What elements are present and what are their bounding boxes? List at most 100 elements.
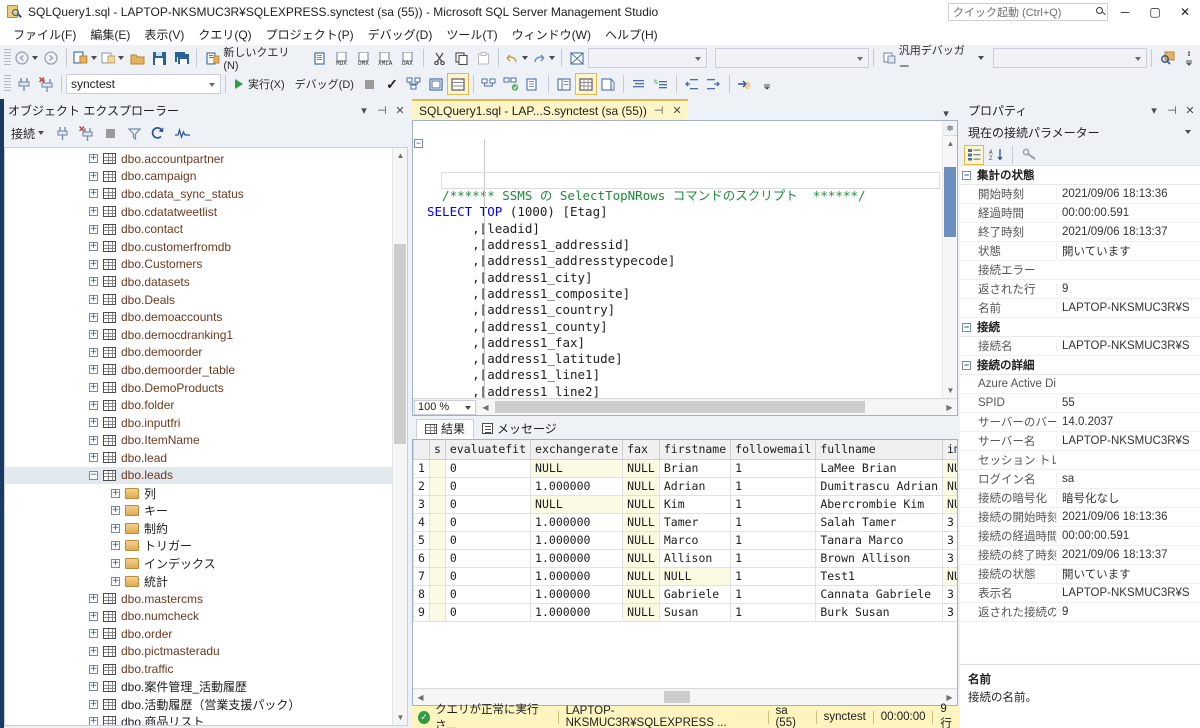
row-number-cell[interactable]: 5 bbox=[414, 531, 430, 549]
table-cell[interactable]: NULL bbox=[943, 459, 958, 477]
property-value[interactable]: 14.0.2037 bbox=[1056, 416, 1200, 428]
navigate-back-button[interactable] bbox=[13, 47, 40, 69]
table-cell[interactable]: 0 bbox=[445, 531, 530, 549]
tree-node[interactable]: +dbo.order bbox=[5, 625, 407, 643]
generic-debugger-button[interactable]: 汎用デバッガー bbox=[878, 47, 989, 69]
property-row[interactable]: 表示名LAPTOP-NKSMUC3R¥S bbox=[960, 584, 1200, 603]
include-live-stats-button[interactable] bbox=[500, 73, 522, 95]
table-cell[interactable]: 1 bbox=[731, 549, 816, 567]
row-number-cell[interactable]: 9 bbox=[414, 603, 430, 621]
toolbar-grip-icon[interactable] bbox=[4, 75, 11, 93]
tree-node[interactable]: +dbo.democdranking1 bbox=[5, 326, 407, 344]
table-cell[interactable]: Abercrombie Kim bbox=[816, 495, 943, 513]
property-value[interactable]: 2021/09/06 18:13:36 bbox=[1056, 188, 1200, 200]
row-number-cell[interactable]: 2 bbox=[414, 477, 430, 495]
row-number-cell[interactable]: 3 bbox=[414, 495, 430, 513]
table-cell[interactable]: 1 bbox=[731, 585, 816, 603]
disconnect-button[interactable] bbox=[35, 73, 57, 95]
property-row[interactable]: 接続の経過時間00:00:00.591 bbox=[960, 527, 1200, 546]
expand-icon[interactable]: + bbox=[89, 365, 98, 374]
expand-icon[interactable]: + bbox=[111, 577, 120, 586]
table-cell[interactable]: 0 bbox=[445, 567, 530, 585]
menu-edit[interactable]: 編集(E) bbox=[83, 24, 137, 45]
table-cell[interactable]: NULL bbox=[623, 567, 660, 585]
scrollbar-thumb[interactable] bbox=[394, 244, 406, 444]
results-to-text-button[interactable] bbox=[553, 73, 575, 95]
tab-results-grid[interactable]: 結果 bbox=[416, 419, 474, 439]
expand-icon[interactable]: + bbox=[111, 524, 120, 533]
find-in-files-button[interactable] bbox=[1156, 47, 1178, 69]
table-cell[interactable]: 1.000000 bbox=[531, 477, 623, 495]
editor-zoom-selector[interactable]: 100 % bbox=[414, 400, 476, 415]
panel-menu-icon[interactable]: ▾ bbox=[1146, 102, 1162, 118]
property-row[interactable]: 接続の終了時刻2021/09/06 18:13:37 bbox=[960, 546, 1200, 565]
toolbar2-overflow-button[interactable] bbox=[756, 73, 778, 95]
table-cell[interactable] bbox=[429, 513, 445, 531]
menu-window[interactable]: ウィンドウ(W) bbox=[505, 24, 598, 45]
tree-node[interactable]: +dbo.cdatatweetlist bbox=[5, 203, 407, 221]
minimize-button[interactable]: ─ bbox=[1110, 0, 1140, 24]
table-cell[interactable]: NULL bbox=[623, 459, 660, 477]
table-cell[interactable]: Test1 bbox=[816, 567, 943, 585]
tree-node[interactable]: +dbo.案件管理_活動履歴 bbox=[5, 678, 407, 696]
new-dmx-query-button[interactable]: DMX bbox=[353, 47, 375, 69]
table-cell[interactable]: NULL bbox=[623, 549, 660, 567]
tree-node[interactable]: +dbo.ItemName bbox=[5, 432, 407, 450]
tree-node[interactable]: +トリガー bbox=[5, 537, 407, 555]
column-header[interactable]: s bbox=[429, 440, 445, 459]
menu-query[interactable]: クエリ(Q) bbox=[191, 24, 258, 45]
expand-icon[interactable]: + bbox=[111, 489, 120, 498]
table-cell[interactable]: 3 bbox=[943, 513, 958, 531]
table-cell[interactable]: 1.000000 bbox=[531, 603, 623, 621]
menu-debug[interactable]: デバッグ(D) bbox=[361, 24, 440, 45]
scrollbar-thumb[interactable] bbox=[944, 167, 956, 237]
parse-query-button[interactable]: ✓ bbox=[381, 73, 403, 95]
table-cell[interactable]: NULL bbox=[623, 495, 660, 513]
expand-icon[interactable]: + bbox=[89, 594, 98, 603]
table-cell[interactable]: Burk Susan bbox=[816, 603, 943, 621]
table-row[interactable]: 201.000000NULLAdrian1Dumitrascu AdrianNU… bbox=[414, 477, 959, 495]
table-cell[interactable] bbox=[429, 567, 445, 585]
pin-icon[interactable]: ⊣ bbox=[1164, 102, 1180, 118]
property-value[interactable]: 2021/09/06 18:13:36 bbox=[1056, 511, 1200, 523]
property-row[interactable]: ログイン名sa bbox=[960, 470, 1200, 489]
expand-icon[interactable]: + bbox=[111, 506, 120, 515]
properties-object-selector[interactable]: 現在の接続パラメーター bbox=[964, 122, 1196, 142]
column-header[interactable]: followemail bbox=[731, 440, 816, 459]
navigate-forward-button[interactable] bbox=[40, 47, 62, 69]
include-client-statistics-button[interactable] bbox=[522, 73, 544, 95]
expand-icon[interactable]: + bbox=[89, 225, 98, 234]
tree-node[interactable]: +dbo.cdata_sync_status bbox=[5, 185, 407, 203]
table-cell[interactable]: Dumitrascu Adrian bbox=[816, 477, 943, 495]
column-header[interactable]: exchangerate bbox=[531, 440, 623, 459]
tree-node[interactable]: +dbo.traffic bbox=[5, 660, 407, 678]
property-category[interactable]: −接続の詳細 bbox=[960, 356, 1200, 375]
table-cell[interactable]: 0 bbox=[445, 549, 530, 567]
results-grid[interactable]: sevaluatefitexchangeratefaxfirstnamefoll… bbox=[413, 440, 958, 622]
table-cell[interactable]: 1 bbox=[731, 531, 816, 549]
expand-icon[interactable]: + bbox=[89, 313, 98, 322]
oe-activity-monitor-button[interactable] bbox=[171, 122, 193, 144]
expand-icon[interactable]: + bbox=[89, 612, 98, 621]
property-value[interactable]: 2021/09/06 18:13:37 bbox=[1056, 549, 1200, 561]
toolbar-combo-1[interactable] bbox=[588, 48, 707, 68]
properties-grid[interactable]: −集計の状態開始時刻2021/09/06 18:13:36経過時間00:00:0… bbox=[960, 166, 1200, 664]
split-editor-icon[interactable]: ≑ bbox=[943, 121, 957, 136]
column-header[interactable]: firstname bbox=[659, 440, 730, 459]
table-row[interactable]: 601.000000NULLAllison1Brown Allison3 bbox=[414, 549, 959, 567]
tree-node[interactable]: +dbo.customerfromdb bbox=[5, 238, 407, 256]
row-number-cell[interactable]: 8 bbox=[414, 585, 430, 603]
table-cell[interactable]: 0 bbox=[445, 477, 530, 495]
property-value[interactable]: 開いています bbox=[1056, 566, 1200, 582]
table-cell[interactable]: 0 bbox=[445, 585, 530, 603]
table-cell[interactable]: 1.000000 bbox=[531, 585, 623, 603]
sql-editor-text-area[interactable]: − /****** SSMS の SelectTopNRows コマンドのスクリ… bbox=[413, 121, 957, 398]
close-icon[interactable]: ✕ bbox=[392, 102, 408, 118]
close-icon[interactable]: ✕ bbox=[1182, 102, 1198, 118]
table-cell[interactable]: Kim bbox=[659, 495, 730, 513]
scroll-down-icon[interactable]: ▼ bbox=[393, 710, 408, 725]
toolbar-combo-2[interactable] bbox=[715, 48, 869, 68]
oe-refresh-button[interactable] bbox=[147, 122, 169, 144]
collapse-region-icon[interactable]: − bbox=[414, 139, 423, 148]
editor-horizontal-scrollbar[interactable]: ◀ ▶ bbox=[478, 400, 957, 415]
